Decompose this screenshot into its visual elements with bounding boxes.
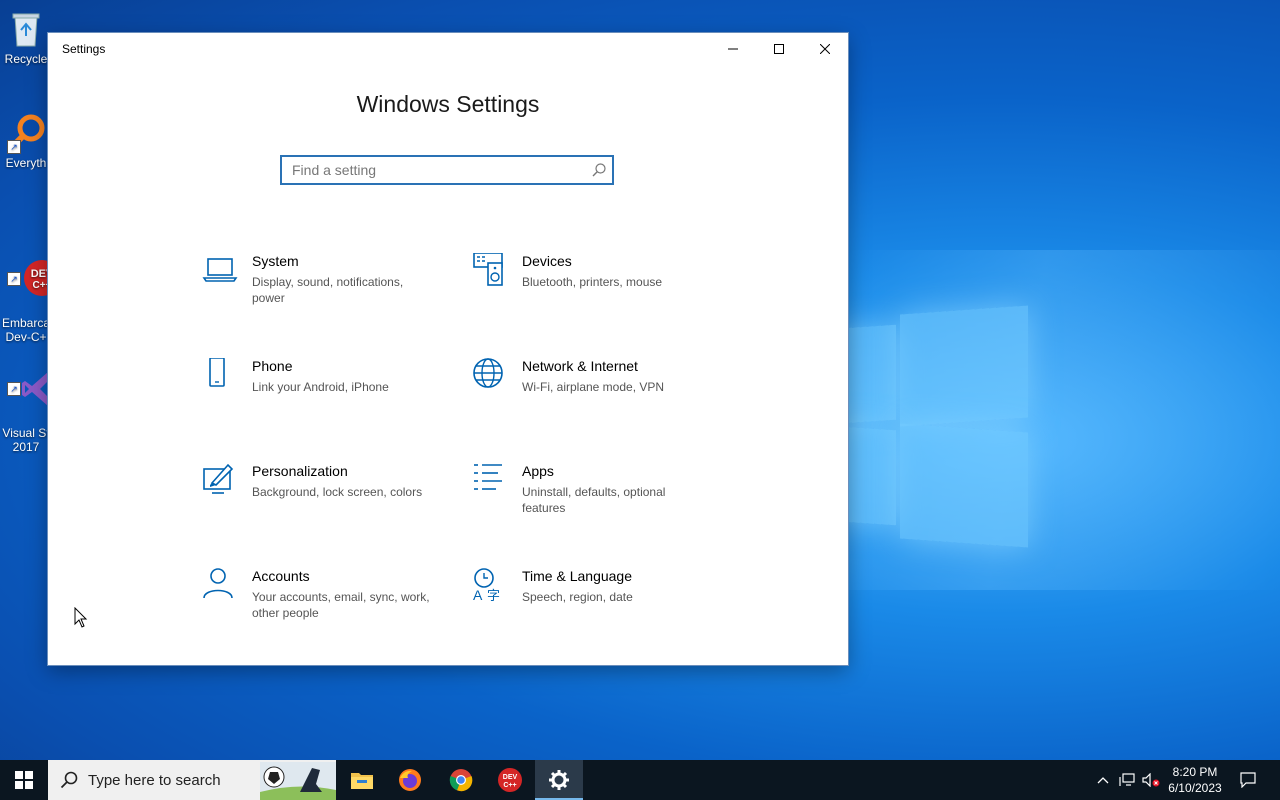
search-highlight-soccer-icon [260, 762, 336, 800]
find-setting-input[interactable] [282, 157, 582, 183]
svg-text:字: 字 [487, 588, 500, 603]
search-icon [60, 771, 78, 789]
desktop-icon-visual-studio[interactable]: ↗ Visual St 2017 [0, 326, 52, 468]
everything-search-icon: ↗ [5, 112, 47, 154]
show-hidden-icons-button[interactable] [1092, 760, 1114, 800]
category-personalization[interactable]: Personalization Background, lock screen,… [202, 463, 452, 533]
desktop-icon-label: Everyth [5, 156, 47, 170]
close-icon [820, 44, 830, 54]
time-language-icon: A字 [473, 568, 500, 603]
svg-text:A: A [473, 587, 483, 603]
chevron-up-icon [1097, 777, 1109, 784]
window-title: Settings [62, 42, 106, 56]
category-name: Accounts [252, 568, 310, 584]
mouse-cursor-icon [74, 607, 88, 628]
gear-icon [549, 770, 569, 790]
category-time-language[interactable]: A字 Time & Language Speech, region, date [472, 568, 722, 638]
network-tray-button[interactable] [1116, 760, 1138, 800]
minimize-icon [728, 48, 738, 50]
phone-icon [209, 358, 225, 387]
desktop-icon-everything[interactable]: ↗ Everyth [0, 112, 52, 170]
chrome-icon [449, 769, 473, 792]
clock-date: 6/10/2023 [1168, 781, 1222, 795]
desktop-icon-label: Recycle [4, 52, 48, 66]
category-name: Network & Internet [522, 358, 638, 374]
globe-icon [473, 358, 503, 388]
category-accounts[interactable]: Accounts Your accounts, email, sync, wor… [202, 568, 452, 638]
category-name: Phone [252, 358, 293, 374]
laptop-icon [202, 258, 238, 282]
maximize-button[interactable] [756, 33, 802, 65]
taskbar-settings[interactable] [535, 760, 583, 800]
firefox-icon [399, 769, 421, 791]
category-name: Apps [522, 463, 554, 479]
dev-cpp-icon: DEV C++ ↗ [5, 244, 52, 296]
category-description: Uninstall, defaults, optional features [522, 485, 666, 515]
category-network-internet[interactable]: Network & Internet Wi-Fi, airplane mode,… [472, 358, 722, 428]
personalization-icon [203, 463, 234, 494]
taskbar: Type here to search DEV C++ 8:20 PM 6/10/… [0, 760, 1280, 800]
taskbar-search-box[interactable]: Type here to search [48, 760, 336, 800]
category-name: Personalization [252, 463, 348, 479]
windows-start-icon [15, 771, 33, 789]
category-description: Your accounts, email, sync, work, other … [252, 590, 430, 620]
apps-list-icon [474, 464, 502, 490]
taskbar-firefox[interactable] [386, 760, 434, 800]
category-description: Speech, region, date [522, 590, 633, 604]
category-name: Time & Language [522, 568, 632, 584]
svg-text:DEV: DEV [503, 774, 518, 781]
clock-time: 8:20 PM [1172, 765, 1218, 779]
windows-desktop-logo [830, 305, 1030, 550]
start-button[interactable] [0, 760, 48, 800]
taskbar-dev-cpp[interactable]: DEV C++ [486, 760, 534, 800]
title-bar[interactable]: Settings [48, 33, 848, 65]
taskbar-search-placeholder: Type here to search [88, 772, 221, 789]
page-title: Windows Settings [356, 91, 540, 117]
dev-cpp-icon: DEVC++ [498, 768, 522, 792]
settings-window: Settings Windows Settings System Display… [48, 33, 848, 665]
category-description: Wi-Fi, airplane mode, VPN [522, 380, 665, 394]
category-description: Link your Android, iPhone [252, 380, 389, 394]
svg-text:C++: C++ [503, 782, 516, 789]
notification-icon [1240, 772, 1256, 788]
category-name: System [252, 253, 299, 269]
close-button[interactable] [802, 33, 848, 65]
taskbar-clock[interactable]: 8:20 PM 6/10/2023 [1160, 764, 1230, 796]
action-center-button[interactable] [1234, 760, 1262, 800]
network-icon [1119, 773, 1135, 786]
category-system[interactable]: System Display, sound, notifications, po… [202, 253, 452, 323]
minimize-button[interactable] [710, 33, 756, 65]
recycle-bin-icon [5, 8, 47, 50]
desktop-icon-recycle-bin[interactable]: Recycle [0, 8, 52, 66]
category-apps[interactable]: Apps Uninstall, defaults, optional featu… [472, 463, 722, 533]
person-icon [203, 568, 233, 599]
volume-tray-button[interactable] [1140, 760, 1162, 800]
category-name: Devices [522, 253, 572, 269]
category-devices[interactable]: Devices Bluetooth, printers, mouse [472, 253, 722, 323]
devices-icon [473, 253, 503, 286]
folder-icon [351, 773, 373, 789]
volume-muted-icon [1142, 773, 1160, 787]
category-description: Display, sound, notifications, power [252, 275, 404, 305]
category-phone[interactable]: Phone Link your Android, iPhone [202, 358, 452, 428]
category-description: Background, lock screen, colors [252, 485, 423, 499]
visual-studio-icon: ↗ [5, 354, 52, 406]
category-description: Bluetooth, printers, mouse [522, 275, 663, 289]
taskbar-file-explorer[interactable] [338, 760, 386, 800]
search-icon[interactable] [592, 163, 606, 177]
maximize-icon [774, 44, 784, 54]
taskbar-chrome[interactable] [437, 760, 485, 800]
find-setting-search-box[interactable] [280, 155, 614, 185]
